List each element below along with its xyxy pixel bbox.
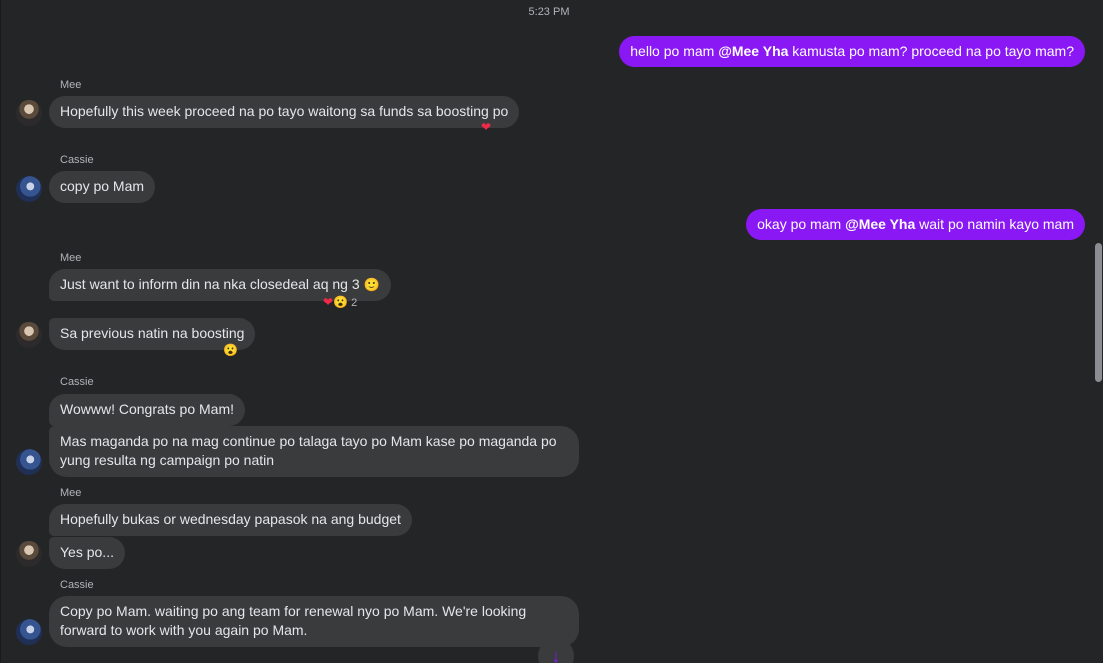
sender-name: Mee [60, 79, 82, 91]
chat-thread[interactable]: 5:23 PM hello po mam @Mee Yha kamusta po… [0, 0, 1103, 663]
message-text: okay po mam [757, 216, 846, 232]
sender-name: Cassie [60, 376, 94, 388]
heart-icon: ❤ [323, 295, 334, 309]
incoming-message[interactable]: Hopefully this week proceed na po tayo w… [49, 96, 520, 128]
incoming-message[interactable]: Hopefully bukas or wednesday papasok na … [49, 504, 412, 536]
heart-icon: ❤ [481, 120, 492, 134]
message-timestamp: 5:23 PM [528, 6, 570, 18]
outgoing-message[interactable]: okay po mam @Mee Yha wait po namin kayo … [746, 209, 1085, 240]
reaction-count: 2 [351, 297, 358, 309]
message-text: hello po mam [630, 43, 719, 59]
message-text: wait po namin kayo mam [915, 216, 1074, 232]
avatar[interactable] [16, 322, 42, 348]
incoming-message[interactable]: Copy po Mam. waiting po ang team for ren… [49, 596, 579, 647]
incoming-message[interactable]: Mas maganda po na mag continue po talaga… [49, 426, 579, 477]
avatar[interactable] [16, 449, 42, 475]
smile-emoji-icon: 🙂 [363, 277, 380, 292]
message-text: kamusta po mam? proceed na po tayo mam? [788, 43, 1074, 59]
incoming-message[interactable]: copy po Mam [49, 171, 156, 203]
mention-link[interactable]: @Mee Yha [718, 43, 788, 59]
avatar[interactable] [16, 619, 42, 645]
sender-name: Cassie [60, 579, 94, 591]
message-text: Just want to inform din na nka closedeal… [60, 276, 360, 292]
reaction[interactable]: 😮 [223, 342, 238, 359]
sender-name: Cassie [60, 154, 94, 166]
scrollbar-thumb[interactable] [1095, 243, 1102, 382]
avatar[interactable] [16, 100, 42, 126]
avatar[interactable] [16, 541, 42, 567]
arrow-down-icon: ↓ [551, 646, 561, 663]
outgoing-message[interactable]: hello po mam @Mee Yha kamusta po mam? pr… [619, 36, 1085, 67]
wow-icon: 😮 [333, 295, 349, 309]
sender-name: Mee [60, 487, 82, 499]
avatar[interactable] [16, 176, 42, 202]
incoming-message[interactable]: Wowww! Congrats po Mam! [49, 394, 246, 426]
sender-name: Mee [60, 252, 82, 264]
incoming-message[interactable]: Yes po... [49, 537, 125, 569]
mention-link[interactable]: @Mee Yha [845, 216, 915, 232]
reaction-summary[interactable]: ❤😮 2 [323, 294, 357, 311]
wow-icon: 😮 [223, 343, 238, 357]
reaction[interactable]: ❤ [481, 119, 491, 136]
